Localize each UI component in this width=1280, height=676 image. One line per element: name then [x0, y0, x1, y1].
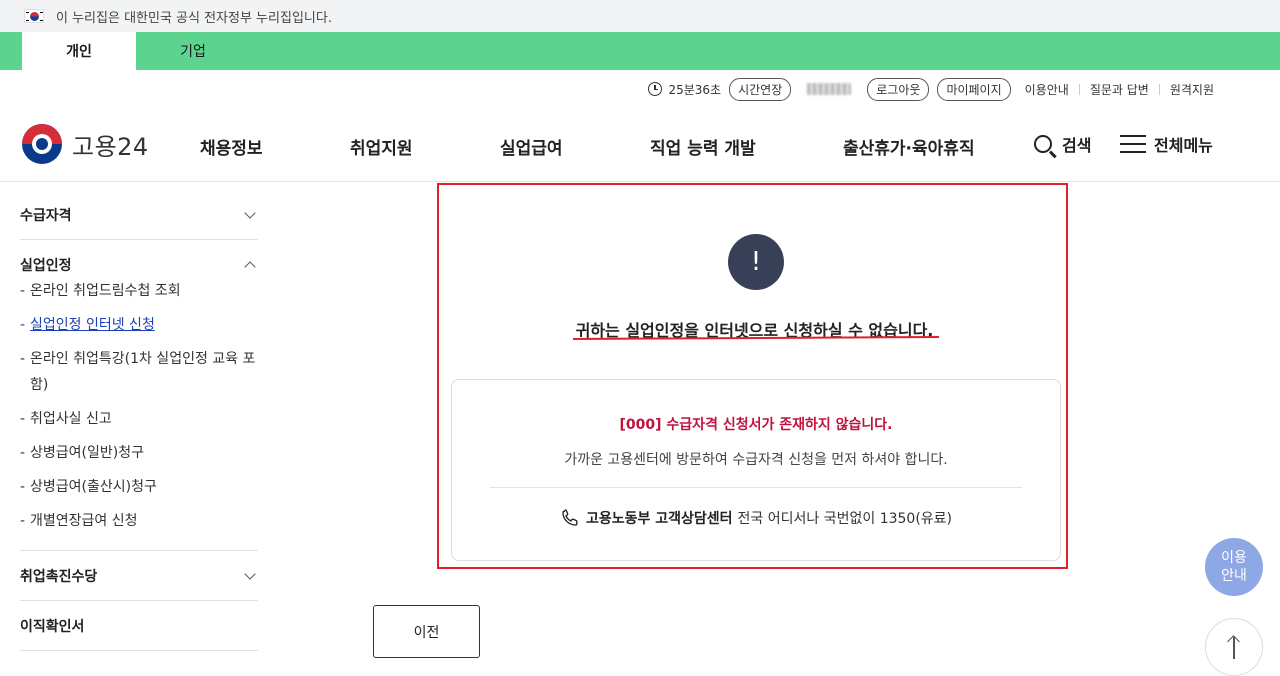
alert-detail-box: [000] 수급자격 신청서가 존재하지 않습니다. 가까운 고용센터에 방문하…: [451, 379, 1061, 561]
contact-info: 고용노동부 고객상담센터 전국 어디서나 국번없이 1350(유료): [452, 508, 1060, 528]
site-logo[interactable]: 고용24: [22, 124, 149, 164]
nav-item-jobs[interactable]: 채용정보: [200, 134, 263, 159]
phone-icon: [562, 509, 578, 526]
nav-item-employment-support[interactable]: 취업지원: [350, 134, 413, 159]
mypage-button[interactable]: 마이페이지: [937, 77, 1011, 101]
usage-guide-label-line2: 안내: [1221, 568, 1247, 584]
sidebar-subitem[interactable]: 상병급여(출산시)청구: [20, 474, 258, 500]
sidebar-item-eligibility[interactable]: 수급자격: [20, 190, 258, 240]
extend-session-button[interactable]: 시간연장: [729, 77, 792, 101]
nav-item-vocational-training[interactable]: 직업 능력 개발: [650, 134, 756, 159]
tab-personal[interactable]: 개인: [22, 32, 136, 70]
sidebar-subitem[interactable]: 취업사실 신고: [20, 406, 258, 432]
usage-guide-label-line1: 이용: [1221, 550, 1247, 566]
user-name-redacted: [807, 83, 852, 95]
gov-banner: 이 누리집은 대한민국 공식 전자정부 누리집입니다.: [0, 0, 1280, 32]
session-timer: 25분36초: [648, 81, 721, 98]
logout-button[interactable]: 로그아웃: [867, 77, 930, 101]
sidebar-item-separation-certificate[interactable]: 이직확인서: [20, 601, 258, 651]
util-divider: [1078, 83, 1080, 95]
logo-emblem-icon: [22, 124, 62, 164]
all-menu-button[interactable]: 전체메뉴: [1120, 132, 1213, 156]
error-message: [000] 수급자격 신청서가 존재하지 않습니다.: [619, 417, 893, 433]
hamburger-menu-icon: [1120, 135, 1146, 153]
utility-bar: 25분36초 시간연장 로그아웃 마이페이지 이용안내 질문과 답변 원격지원: [648, 77, 1214, 101]
alert-panel: ! 귀하는 실업인정을 인터넷으로 신청하실 수 없습니다. [000] 수급자…: [437, 183, 1068, 569]
sidebar-item-job-promotion-allowance[interactable]: 취업촉진수당: [20, 551, 258, 601]
remote-support-link[interactable]: 원격지원: [1170, 81, 1214, 98]
scroll-top-button[interactable]: [1205, 618, 1263, 676]
divider: [490, 487, 1022, 488]
contact-detail: 전국 어디서나 국번없이 1350(유료): [737, 511, 953, 527]
search-icon: [1034, 135, 1052, 153]
chevron-down-icon: [244, 206, 256, 219]
session-timer-text: 25분36초: [668, 82, 722, 97]
sidebar: 수급자격 실업인정 온라인 취업드림수첩 조회 실업인정 인터넷 신청 온라인 …: [20, 190, 258, 651]
nav-item-parental-leave[interactable]: 출산휴가·육아휴직: [843, 134, 975, 159]
guide-link[interactable]: 이용안내: [1025, 81, 1069, 98]
chevron-up-icon: [244, 261, 256, 273]
korea-flag-icon: [24, 9, 44, 23]
sidebar-subitem-current[interactable]: 실업인정 인터넷 신청: [20, 312, 258, 338]
tab-business[interactable]: 기업: [136, 32, 250, 70]
logo-text: 고용24: [72, 132, 149, 161]
usage-guide-button[interactable]: 이용안내: [1205, 538, 1263, 596]
search-button[interactable]: 검색: [1034, 132, 1091, 156]
sidebar-subitem[interactable]: 온라인 취업드림수첩 조회: [20, 278, 258, 304]
contact-label: 고용노동부 고객상담센터: [585, 511, 733, 527]
util-divider: [1158, 83, 1160, 95]
sidebar-submenu: 온라인 취업드림수첩 조회 실업인정 인터넷 신청 온라인 취업특강(1차 실업…: [20, 278, 258, 534]
sidebar-item-label: 수급자격: [20, 207, 72, 224]
prev-button[interactable]: 이전: [373, 605, 480, 658]
chevron-down-icon: [244, 567, 256, 580]
exclamation-icon: !: [728, 234, 784, 290]
user-type-tabs: 개인 기업: [0, 32, 1280, 70]
sidebar-item-label: 취업촉진수당: [20, 568, 98, 585]
sidebar-item-label: 이직확인서: [20, 618, 85, 635]
qna-link[interactable]: 질문과 답변: [1090, 81, 1149, 98]
main-header: 고용24 채용정보 취업지원 실업급여 직업 능력 개발 출산휴가·육아휴직 검…: [0, 104, 1280, 182]
sidebar-subitem[interactable]: 온라인 취업특강(1차 실업인정 교육 포함): [20, 346, 258, 398]
gov-banner-text: 이 누리집은 대한민국 공식 전자정부 누리집입니다.: [56, 10, 332, 26]
error-description: 가까운 고용센터에 방문하여 수급자격 신청을 먼저 하셔야 합니다.: [564, 452, 948, 468]
sidebar-group-unemployment-recognition: 실업인정 온라인 취업드림수첩 조회 실업인정 인터넷 신청 온라인 취업특강(…: [20, 240, 258, 551]
sidebar-subitem[interactable]: 개별연장급여 신청: [20, 508, 258, 534]
sidebar-item-label: 실업인정: [20, 258, 72, 274]
nav-item-unemployment-benefits[interactable]: 실업급여: [500, 134, 563, 159]
arrow-up-icon: [1227, 635, 1241, 659]
all-menu-label: 전체메뉴: [1154, 136, 1213, 155]
sidebar-subitem[interactable]: 상병급여(일반)청구: [20, 440, 258, 466]
search-label: 검색: [1062, 136, 1092, 155]
clock-icon: [648, 82, 663, 96]
